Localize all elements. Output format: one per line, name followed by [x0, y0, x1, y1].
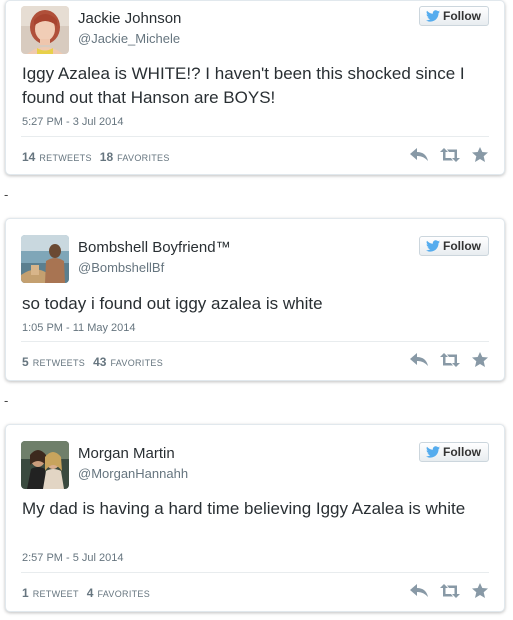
tweet-timestamp[interactable]: 5:27 PM - 3 Jul 2014	[22, 116, 124, 128]
twitter-bird-icon	[426, 446, 440, 458]
tweet-text: Iggy Azalea is WHITE!? I haven't been th…	[22, 64, 465, 107]
tweet-text: My dad is having a hard time believing I…	[22, 499, 466, 518]
follow-button[interactable]: Follow	[419, 6, 489, 26]
retweet-label[interactable]: RETWEETS	[39, 153, 91, 163]
favorite-count[interactable]: 4	[87, 586, 94, 600]
retweet-count[interactable]: 14	[22, 150, 35, 164]
avatar[interactable]	[21, 6, 69, 54]
author-name[interactable]: Bombshell Boyfriend™	[78, 239, 231, 256]
tweet-actions	[410, 352, 488, 367]
tweet-timestamp[interactable]: 1:05 PM - 11 May 2014	[22, 322, 136, 334]
separator: -	[4, 393, 9, 408]
favorite-icon[interactable]	[472, 352, 488, 367]
twitter-bird-icon	[426, 10, 440, 22]
author-handle[interactable]: @BombshellBf	[78, 260, 164, 275]
follow-button[interactable]: Follow	[419, 236, 489, 256]
follow-label: Follow	[443, 445, 481, 459]
author-name[interactable]: Morgan Martin	[78, 445, 175, 462]
follow-label: Follow	[443, 9, 481, 23]
tweet-timestamp[interactable]: 2:57 PM - 5 Jul 2014	[22, 552, 124, 564]
reply-icon[interactable]	[410, 352, 428, 367]
tweet-actions	[410, 147, 488, 162]
reply-icon[interactable]	[410, 147, 428, 162]
retweet-count[interactable]: 1	[22, 586, 29, 600]
tweet-text: so today i found out iggy azalea is whit…	[22, 294, 323, 313]
tweet-stats: 1 RETWEET 4 FAVORITES	[22, 586, 154, 600]
favorite-label[interactable]: FAVORITES	[97, 589, 150, 599]
retweet-count[interactable]: 5	[22, 355, 29, 369]
tweet-card: Bombshell Boyfriend™ @BombshellBf Follow…	[5, 218, 505, 381]
tweet-actions	[410, 583, 488, 598]
avatar[interactable]	[21, 441, 69, 489]
favorite-label[interactable]: FAVORITES	[110, 358, 163, 368]
favorite-icon[interactable]	[472, 583, 488, 598]
author-handle[interactable]: @Jackie_Michele	[78, 31, 180, 46]
tweet-stats: 14 RETWEETS 18 FAVORITES	[22, 150, 174, 164]
divider	[21, 136, 489, 137]
tweet-card: Jackie Johnson @Jackie_Michele Follow Ig…	[5, 0, 505, 175]
tweet-stats: 5 RETWEETS 43 FAVORITES	[22, 355, 167, 369]
divider	[21, 572, 489, 573]
favorite-count[interactable]: 18	[100, 150, 113, 164]
favorite-icon[interactable]	[472, 147, 488, 162]
retweet-icon[interactable]	[440, 583, 460, 598]
separator: -	[4, 187, 9, 202]
retweet-icon[interactable]	[440, 147, 460, 162]
twitter-bird-icon	[426, 240, 440, 252]
follow-label: Follow	[443, 239, 481, 253]
tweet-card: Morgan Martin @MorganHannahh Follow My d…	[5, 424, 505, 612]
favorite-label[interactable]: FAVORITES	[117, 153, 170, 163]
divider	[21, 341, 489, 342]
author-name[interactable]: Jackie Johnson	[78, 10, 181, 27]
follow-button[interactable]: Follow	[419, 442, 489, 462]
author-handle[interactable]: @MorganHannahh	[78, 466, 188, 481]
retweet-icon[interactable]	[440, 352, 460, 367]
retweet-label[interactable]: RETWEET	[33, 589, 79, 599]
retweet-label[interactable]: RETWEETS	[33, 358, 85, 368]
reply-icon[interactable]	[410, 583, 428, 598]
avatar[interactable]	[21, 235, 69, 283]
favorite-count[interactable]: 43	[93, 355, 106, 369]
